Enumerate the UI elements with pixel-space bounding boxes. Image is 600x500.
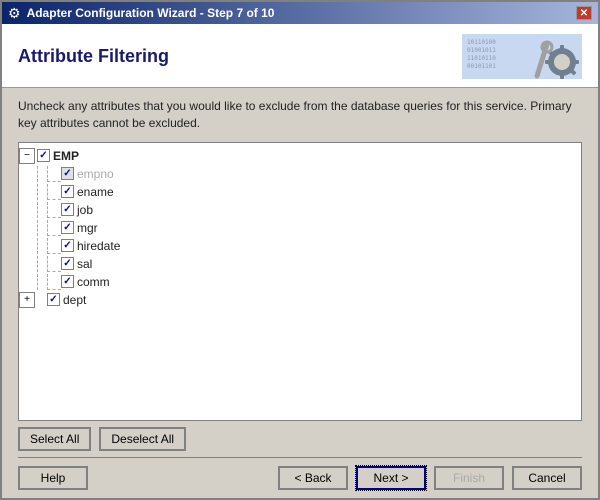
tree-node-emp[interactable]: − EMP: [19, 147, 581, 165]
expand-placeholder-3: [19, 220, 35, 236]
description-text: Uncheck any attributes that you would li…: [2, 88, 598, 142]
checkbox-emp[interactable]: [37, 149, 50, 162]
label-mgr: mgr: [77, 221, 98, 235]
vline-sal: [37, 256, 47, 272]
label-emp: EMP: [53, 149, 79, 163]
vline-comm: [37, 274, 47, 290]
page-title: Attribute Filtering: [18, 46, 169, 67]
app-icon: ⚙: [8, 5, 21, 22]
tree-node-hiredate[interactable]: hiredate: [19, 237, 581, 255]
connector-ename: [47, 184, 61, 200]
expand-placeholder-1: [19, 184, 35, 200]
checkbox-empno: [61, 167, 74, 180]
checkbox-dept[interactable]: [47, 293, 60, 306]
tree-node-ename[interactable]: ename: [19, 183, 581, 201]
tree-node-mgr[interactable]: mgr: [19, 219, 581, 237]
label-dept: dept: [63, 293, 86, 307]
checkbox-comm[interactable]: [61, 275, 74, 288]
close-button[interactable]: ✕: [576, 6, 592, 20]
bottom-buttons-top: Select All Deselect All: [2, 421, 598, 457]
vline-ename: [37, 184, 47, 200]
checkbox-job[interactable]: [61, 203, 74, 216]
vline-empno: [37, 166, 47, 182]
connector-mgr: [47, 220, 61, 236]
lines-job: [37, 202, 61, 218]
next-button[interactable]: Next >: [356, 466, 426, 490]
vline-mgr: [37, 220, 47, 236]
lines-hiredate: [37, 238, 61, 254]
svg-text:00101101: 00101101: [467, 63, 496, 70]
tree-node-dept[interactable]: + dept: [19, 291, 581, 309]
tree-node-comm[interactable]: comm: [19, 273, 581, 291]
expand-placeholder-5: [19, 256, 35, 272]
lines-comm: [37, 274, 61, 290]
help-button[interactable]: Help: [18, 466, 88, 490]
lines-ename: [37, 184, 61, 200]
tree-node-empno: empno: [19, 165, 581, 183]
label-sal: sal: [77, 257, 92, 271]
svg-text:01001011: 01001011: [467, 47, 496, 54]
wizard-window: ⚙ Adapter Configuration Wizard - Step 7 …: [0, 0, 600, 500]
connector-comm: [47, 274, 61, 290]
checkbox-mgr[interactable]: [61, 221, 74, 234]
checkbox-sal[interactable]: [61, 257, 74, 270]
svg-text:11010110: 11010110: [467, 55, 496, 62]
title-bar: ⚙ Adapter Configuration Wizard - Step 7 …: [2, 2, 598, 24]
expand-dept-button[interactable]: +: [19, 292, 35, 308]
lines-mgr: [37, 220, 61, 236]
tree-node-sal[interactable]: sal: [19, 255, 581, 273]
connector-sal: [47, 256, 61, 272]
connector-job: [47, 202, 61, 218]
select-all-button[interactable]: Select All: [18, 427, 91, 451]
header-graphic: 10110100 01001011 11010110 00101101: [462, 34, 582, 79]
tree-node-job[interactable]: job: [19, 201, 581, 219]
finish-button[interactable]: Finish: [434, 466, 504, 490]
connector-empno: [47, 166, 61, 182]
title-bar-text: Adapter Configuration Wizard - Step 7 of…: [27, 6, 275, 20]
back-button[interactable]: < Back: [278, 466, 348, 490]
label-comm: comm: [77, 275, 110, 289]
header-section: Attribute Filtering 10110100 01001011 11…: [2, 24, 598, 88]
nav-right: < Back Next > Finish Cancel: [278, 466, 582, 490]
vline-job: [37, 202, 47, 218]
label-job: job: [77, 203, 93, 217]
cancel-button[interactable]: Cancel: [512, 466, 582, 490]
expand-placeholder-4: [19, 238, 35, 254]
lines-empno: [37, 166, 61, 182]
content-area: − EMP empno: [2, 142, 598, 421]
lines-sal: [37, 256, 61, 272]
deselect-all-button[interactable]: Deselect All: [99, 427, 186, 451]
expand-emp-button[interactable]: −: [19, 148, 35, 164]
svg-text:10110100: 10110100: [467, 39, 496, 46]
vline-hiredate: [37, 238, 47, 254]
label-ename: ename: [77, 185, 114, 199]
expand-placeholder-2: [19, 202, 35, 218]
label-hiredate: hiredate: [77, 239, 120, 253]
checkbox-hiredate[interactable]: [61, 239, 74, 252]
expand-placeholder-0: [19, 166, 35, 182]
checkbox-ename[interactable]: [61, 185, 74, 198]
bottom-buttons-nav: Help < Back Next > Finish Cancel: [2, 458, 598, 498]
connector-hiredate: [47, 238, 61, 254]
tree-container[interactable]: − EMP empno: [18, 142, 582, 421]
title-bar-left: ⚙ Adapter Configuration Wizard - Step 7 …: [8, 5, 274, 22]
label-empno: empno: [77, 167, 114, 181]
expand-placeholder-6: [19, 274, 35, 290]
